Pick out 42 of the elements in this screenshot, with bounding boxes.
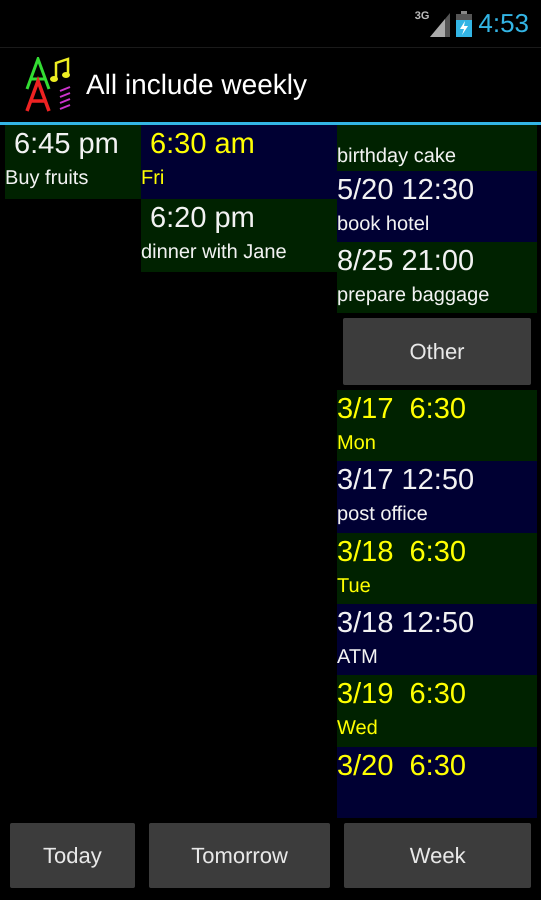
event-time: 3/17 6:30 (337, 392, 467, 428)
event-card[interactable]: 3/17 12:50 post office (337, 461, 537, 533)
event-time: 6:20 pm (149, 200, 256, 236)
event-title: ATM (337, 645, 379, 670)
event-title: birthday cake (337, 144, 457, 169)
nav-button[interactable]: Today (10, 823, 135, 888)
event-card[interactable]: 6:30 am Fri (141, 125, 337, 198)
event-card[interactable]: 3/18 12:50 ATM (337, 604, 537, 676)
app-title: All include weekly (86, 68, 307, 102)
event-card[interactable]: 3/19 6:30 Wed (337, 675, 537, 747)
event-card[interactable]: 8/25 21:00 prepare baggage (337, 242, 537, 314)
event-time: 3/17 12:50 (337, 463, 476, 498)
event-title: dinner with Jane (141, 240, 288, 264)
event-title: prepare baggage (337, 282, 490, 308)
event-time: 5/20 12:30 (337, 172, 476, 208)
event-time: 3/19 6:30 (337, 677, 467, 712)
event-time: 3/18 6:30 (337, 534, 467, 570)
event-time: 3/18 12:50 (337, 606, 476, 642)
event-time: 6:45 pm (13, 127, 120, 162)
clock-time: 4:53 (478, 7, 529, 40)
nav-button[interactable]: Tomorrow (148, 823, 330, 888)
nav-button[interactable]: Week (344, 823, 531, 888)
event-card[interactable]: birthday cake (337, 125, 537, 171)
event-card[interactable]: 3/17 6:30 Mon (337, 390, 537, 462)
event-time: 3/20 6:30 (337, 748, 467, 784)
event-card[interactable]: 6:45 pm Buy fruits (5, 125, 141, 198)
event-card[interactable]: 3/18 6:30 Tue (337, 532, 537, 604)
event-card[interactable]: 3/20 6:30 (337, 746, 537, 818)
event-title: Tue (337, 574, 372, 599)
other-button[interactable]: Other (343, 318, 531, 386)
event-time: 6:30 am (149, 127, 256, 162)
event-title: book hotel (337, 212, 430, 237)
event-time: 8/25 21:00 (337, 244, 476, 279)
network-type: 3G (414, 10, 430, 22)
battery-icon (456, 10, 472, 36)
event-title: Fri (141, 166, 166, 191)
event-title: post office (337, 502, 429, 528)
event-card[interactable]: 5/20 12:30 book hotel (337, 170, 537, 242)
event-title: Buy fruits (5, 166, 90, 191)
signal-icon (430, 12, 450, 36)
event-title: Wed (337, 716, 379, 742)
event-title: Mon (337, 431, 377, 456)
